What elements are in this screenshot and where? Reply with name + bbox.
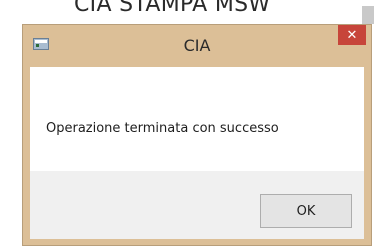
- message-dialog: CIA ✕ Operazione terminata con successo …: [22, 24, 372, 246]
- dialog-content: Operazione terminata con successo OK: [30, 67, 364, 239]
- ok-button[interactable]: OK: [260, 194, 352, 228]
- background-window-scrollbar[interactable]: [362, 6, 374, 24]
- close-button[interactable]: ✕: [338, 25, 366, 45]
- dialog-title: CIA: [183, 36, 211, 55]
- background-window-title: CIA STAMPA MSW: [74, 0, 271, 17]
- dialog-message: Operazione terminata con successo: [46, 121, 279, 136]
- close-icon: ✕: [346, 27, 358, 43]
- dialog-titlebar[interactable]: CIA ✕: [23, 25, 371, 67]
- background-window-titlebar: CIA STAMPA MSW: [0, 0, 374, 24]
- dialog-button-area: OK: [30, 171, 364, 239]
